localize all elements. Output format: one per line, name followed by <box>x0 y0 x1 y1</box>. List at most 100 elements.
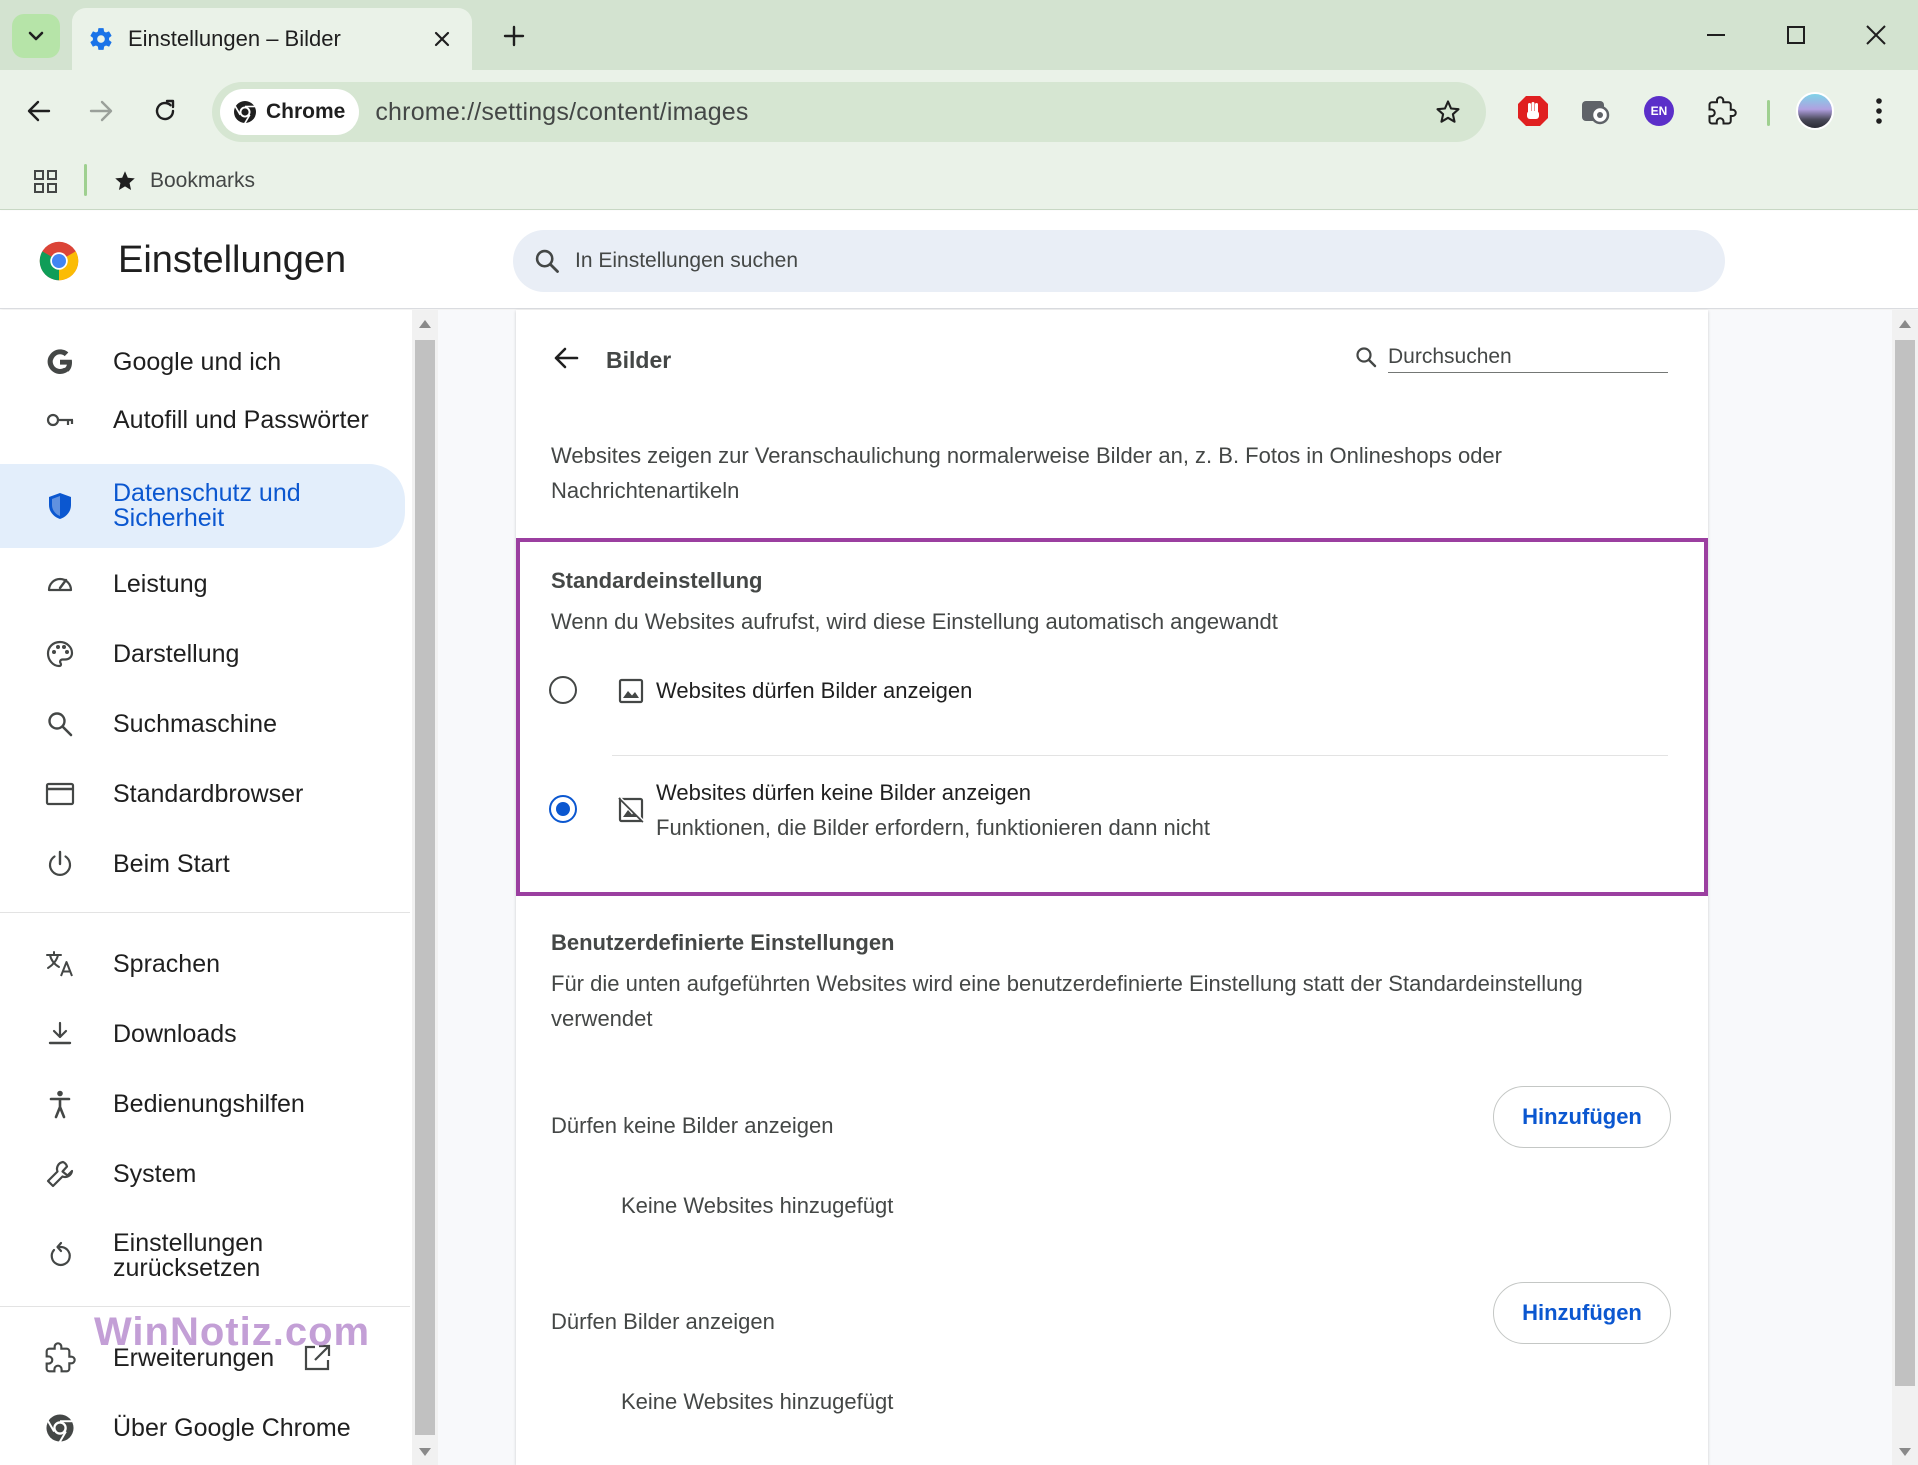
sidebar-item-autofill[interactable]: Autofill und Passwörter <box>0 384 405 456</box>
sidebar-item-default-browser[interactable]: Standardbrowser <box>0 758 405 830</box>
sidebar-item-about[interactable]: Über Google Chrome <box>0 1392 405 1464</box>
add-allowed-site-button[interactable]: Hinzufügen <box>1493 1282 1671 1344</box>
sidebar-item-downloads[interactable]: Downloads <box>0 998 405 1070</box>
settings-search-input[interactable] <box>575 249 1475 273</box>
chrome-logo-icon <box>39 241 79 281</box>
minimize-button[interactable] <box>1686 10 1746 60</box>
add-blocked-site-button[interactable]: Hinzufügen <box>1493 1086 1671 1148</box>
accessibility-icon <box>44 1088 76 1120</box>
extensions-menu-button[interactable] <box>1697 86 1747 136</box>
shield-icon <box>44 490 76 522</box>
blocked-sites-empty-text: Keine Websites hinzugefügt <box>621 1193 894 1218</box>
settings-header: Einstellungen <box>0 211 1918 309</box>
power-icon <box>44 848 76 880</box>
allowed-sites-label: Dürfen Bilder anzeigen <box>551 1309 775 1334</box>
site-info-chip[interactable]: Chrome <box>220 89 360 135</box>
tab-title: Einstellungen – Bilder <box>128 26 341 51</box>
wrench-icon <box>44 1158 76 1190</box>
new-tab-button[interactable] <box>492 14 536 58</box>
subpage-search[interactable] <box>1354 334 1674 380</box>
sidebar-item-on-startup[interactable]: Beim Start <box>0 828 405 900</box>
arrow-left-icon <box>554 347 579 369</box>
language-extension-button[interactable]: EN <box>1634 86 1684 136</box>
subpage-search-input[interactable] <box>1388 341 1668 373</box>
translate-icon <box>44 948 76 980</box>
browser-menu-button[interactable] <box>1854 86 1904 136</box>
bookmarks-divider <box>84 164 87 196</box>
image-off-icon <box>616 795 646 825</box>
tab-search-button[interactable] <box>12 14 60 58</box>
sidebar-item-label: Beim Start <box>113 849 230 878</box>
sidebar-item-reset[interactable]: Einstellungen zurücksetzen <box>0 1214 405 1298</box>
sidebar-item-performance[interactable]: Leistung <box>0 548 405 620</box>
main-scrollbar[interactable] <box>1892 310 1918 1465</box>
bookmarks-label: Bookmarks <box>150 169 256 192</box>
puzzle-icon <box>1708 96 1737 125</box>
screen-capture-extension-button[interactable] <box>1570 86 1620 136</box>
close-icon <box>434 31 450 47</box>
watermark: WinNotiz.com <box>94 1310 371 1354</box>
forward-button[interactable] <box>76 86 126 136</box>
scroll-up-arrow[interactable] <box>419 320 431 328</box>
back-button[interactable] <box>14 86 64 136</box>
avatar <box>1796 92 1834 130</box>
sidebar-item-appearance[interactable]: Darstellung <box>0 618 405 690</box>
download-icon <box>44 1018 76 1050</box>
apps-grid-icon <box>34 170 57 193</box>
close-icon <box>1866 25 1886 45</box>
radio-label: Websites dürfen keine Bilder anzeigen <box>656 780 1032 805</box>
tab-close-button[interactable] <box>422 19 462 59</box>
palette-icon <box>44 638 76 670</box>
sidebar-item-search-engine[interactable]: Suchmaschine <box>0 688 405 760</box>
sidebar-scrollbar[interactable] <box>412 310 438 1465</box>
active-tab[interactable]: Einstellungen – Bilder <box>72 8 472 70</box>
sidebar-item-label: Einstellungen zurücksetzen <box>113 1229 264 1282</box>
arrow-left-icon <box>27 100 51 122</box>
scrollbar-thumb[interactable] <box>1895 340 1915 1386</box>
radio-button-checked[interactable] <box>549 795 577 823</box>
back-button[interactable] <box>544 336 588 380</box>
apps-button[interactable] <box>28 164 64 200</box>
default-section-subtitle: Wenn du Websites aufrufst, wird diese Ei… <box>551 609 1278 634</box>
profile-avatar-button[interactable] <box>1790 86 1840 136</box>
address-bar[interactable]: Chrome chrome://settings/content/images <box>212 82 1486 142</box>
close-window-button[interactable] <box>1846 10 1906 60</box>
gear-icon <box>90 28 112 50</box>
radio-divider <box>612 755 1668 756</box>
arrow-right-icon <box>89 100 113 122</box>
scroll-down-arrow[interactable] <box>1899 1448 1911 1456</box>
adblock-extension-button[interactable] <box>1508 86 1558 136</box>
browser-window-icon <box>44 778 76 810</box>
search-icon <box>1356 347 1377 368</box>
radio-dot <box>556 802 570 816</box>
reload-button[interactable] <box>140 86 190 136</box>
chrome-icon <box>44 1412 76 1444</box>
page-description: Websites zeigen zur Veranschaulichung no… <box>551 443 1502 503</box>
sidebar-item-privacy[interactable]: Datenschutz und Sicherheit <box>0 464 405 548</box>
bookmarks-folder[interactable]: Bookmarks <box>112 160 255 202</box>
sidebar-item-label: Sprachen <box>113 949 221 978</box>
sidebar: Google und ich Autofill und Passwörter D… <box>0 310 412 1465</box>
sidebar-item-label: Bedienungshilfen <box>113 1089 305 1118</box>
sidebar-item-languages[interactable]: Sprachen <box>0 928 405 1000</box>
bookmark-star-button[interactable] <box>1424 88 1472 136</box>
radio-block-images[interactable]: Websites dürfen keine Bilder anzeigen Fu… <box>516 780 1700 860</box>
radio-button[interactable] <box>549 676 577 704</box>
search-icon <box>44 708 76 740</box>
url-text[interactable]: chrome://settings/content/images <box>375 98 1424 127</box>
radio-allow-images[interactable]: Websites dürfen Bilder anzeigen <box>516 676 1700 756</box>
sidebar-item-system[interactable]: System <box>0 1138 405 1210</box>
sidebar-item-label: Google und ich <box>113 347 282 376</box>
sidebar-divider <box>0 1306 410 1307</box>
scrollbar-thumb[interactable] <box>415 340 435 1435</box>
sidebar-item-label: System <box>113 1159 197 1188</box>
sidebar-item-label: Downloads <box>113 1019 237 1048</box>
scroll-up-arrow[interactable] <box>1899 320 1911 328</box>
reset-icon <box>44 1240 76 1272</box>
images-settings-card: Bilder Websites zeigen zur Veranschaulic… <box>516 310 1708 1465</box>
sidebar-item-accessibility[interactable]: Bedienungshilfen <box>0 1068 405 1140</box>
settings-search-box[interactable] <box>513 230 1725 292</box>
maximize-button[interactable] <box>1766 10 1826 60</box>
scroll-down-arrow[interactable] <box>419 1448 431 1456</box>
sidebar-item-label: Suchmaschine <box>113 709 277 738</box>
